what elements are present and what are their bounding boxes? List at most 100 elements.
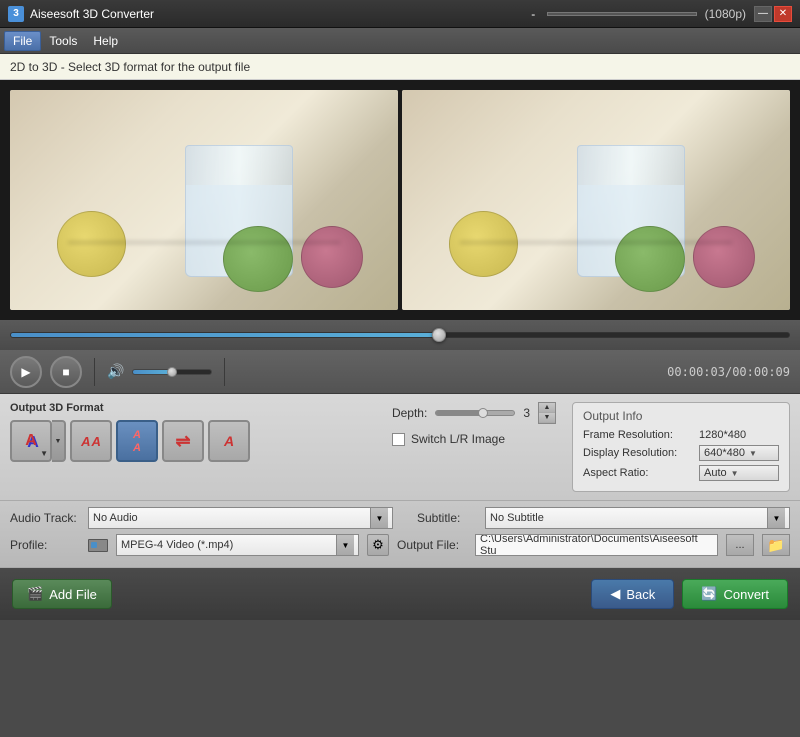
macaron-pink-left: [301, 226, 363, 288]
depth-label: Depth:: [392, 406, 427, 420]
seekbar-thumb[interactable]: [432, 328, 446, 342]
macaron-yellow-left: [57, 211, 127, 277]
output-file-value: C:\Users\Administrator\Documents\Aiseeso…: [480, 534, 713, 556]
volume-thumb[interactable]: [167, 367, 177, 377]
display-res-value: 640*480: [704, 447, 745, 459]
seekbar-fill: [11, 333, 439, 337]
minimize-button[interactable]: —: [754, 6, 772, 22]
add-file-button[interactable]: 🎬 Add File: [12, 579, 112, 609]
info-message: 2D to 3D - Select 3D format for the outp…: [10, 60, 250, 74]
audio-track-arrow[interactable]: ▼: [370, 508, 388, 528]
profile-label: Profile:: [10, 538, 80, 552]
app-title: Aiseesoft 3D Converter: [30, 7, 528, 21]
frame-res-value: 1280*480: [699, 429, 746, 441]
title-url: [547, 12, 697, 16]
switch-label: Switch L/R Image: [411, 432, 505, 446]
back-icon: ◀: [610, 586, 620, 602]
format-section: Output 3D Format A ▼ ▼ AA AA: [10, 402, 376, 462]
add-file-icon: 🎬: [27, 586, 43, 602]
anaglyph-arrow: ▼: [40, 449, 48, 458]
depth-value: 3: [523, 406, 530, 420]
depth-row: Depth: 3 ▲ ▼: [392, 402, 556, 424]
depth-spinner[interactable]: ▲ ▼: [538, 402, 556, 424]
preview-canvas-left: [10, 90, 398, 310]
depth-up-button[interactable]: ▲: [539, 403, 555, 413]
macaron-pink-right: [693, 226, 755, 288]
gear-button[interactable]: ⚙: [367, 534, 389, 556]
format-btn-special2[interactable]: A: [208, 420, 250, 462]
convert-icon: 🔄: [701, 586, 717, 602]
close-button[interactable]: ✕: [774, 6, 792, 22]
app-icon: 3: [8, 6, 24, 22]
seekbar-track[interactable]: [10, 332, 790, 338]
display-res-arrow: ▼: [749, 449, 757, 458]
format-section-label: Output 3D Format: [10, 402, 376, 414]
subtitle-value: No Subtitle: [490, 512, 544, 524]
subtitle-label: Subtitle:: [417, 511, 477, 525]
macaron-green-left: [223, 226, 293, 292]
footer-right-buttons: ◀ Back 🔄 Convert: [591, 579, 788, 609]
special1-icon: ⇌: [175, 431, 190, 452]
title-bar: 3 Aiseesoft 3D Converter - (1080p) — ✕: [0, 0, 800, 28]
seekbar-area[interactable]: [0, 320, 800, 350]
settings-panel: Output 3D Format A ▼ ▼ AA AA: [0, 394, 800, 501]
display-res-row: Display Resolution: 640*480 ▼: [583, 445, 779, 461]
aspect-ratio-dropdown[interactable]: Auto ▼: [699, 465, 779, 481]
folder-button[interactable]: 📁: [762, 534, 790, 556]
anaglyph-dropdown-arrow[interactable]: ▼: [52, 420, 66, 462]
sidebyside-icon: AA: [81, 434, 101, 449]
profile-icon: [88, 539, 108, 552]
depth-thumb[interactable]: [478, 408, 488, 418]
format-btn-special1[interactable]: ⇌: [162, 420, 204, 462]
format-btn-topbottom[interactable]: AA: [116, 420, 158, 462]
volume-icon: 🔊: [107, 363, 124, 380]
output-file-label: Output File:: [397, 538, 467, 552]
ctrl-divider-2: [224, 358, 225, 386]
depth-track[interactable]: [435, 410, 515, 416]
audio-subtitle-row: Audio Track: No Audio ▼ Subtitle: No Sub…: [10, 507, 790, 529]
topbottom-icon: AA: [133, 429, 141, 454]
stop-button[interactable]: ■: [50, 356, 82, 388]
window-controls: — ✕: [754, 6, 792, 22]
anaglyph-btn-wrapper: A ▼ ▼: [10, 420, 66, 462]
menu-help[interactable]: Help: [85, 32, 126, 50]
convert-label: Convert: [723, 587, 769, 602]
frame-res-label: Frame Resolution:: [583, 429, 693, 441]
bottom-controls: Audio Track: No Audio ▼ Subtitle: No Sub…: [0, 501, 800, 568]
depth-section: Depth: 3 ▲ ▼ Switch L/R Image: [392, 402, 556, 446]
audio-track-select[interactable]: No Audio ▼: [88, 507, 393, 529]
display-res-dropdown[interactable]: 640*480 ▼: [699, 445, 779, 461]
shadow-left: [68, 241, 340, 244]
aspect-ratio-label: Aspect Ratio:: [583, 467, 693, 479]
menu-file[interactable]: File: [4, 31, 41, 51]
audio-track-label: Audio Track:: [10, 511, 80, 525]
resolution-label: (1080p): [705, 7, 746, 21]
back-button[interactable]: ◀ Back: [591, 579, 674, 609]
subtitle-arrow[interactable]: ▼: [767, 508, 785, 528]
switch-checkbox[interactable]: [392, 433, 405, 446]
menu-bar: File Tools Help: [0, 28, 800, 54]
subtitle-select[interactable]: No Subtitle ▼: [485, 507, 790, 529]
profile-select[interactable]: MPEG-4 Video (*.mp4) ▼: [116, 534, 359, 556]
format-btn-anaglyph[interactable]: A ▼: [10, 420, 52, 462]
macaron-green-right: [615, 226, 685, 292]
controls-area: ▶ ■ 🔊 00:00:03/00:00:09: [0, 350, 800, 394]
dots-button[interactable]: ...: [726, 534, 754, 556]
audio-track-value: No Audio: [93, 512, 138, 524]
volume-track[interactable]: [132, 369, 212, 375]
depth-fill: [436, 411, 483, 415]
format-btn-sidebyside[interactable]: AA: [70, 420, 112, 462]
format-buttons: A ▼ ▼ AA AA ⇌: [10, 420, 376, 462]
ctrl-divider-1: [94, 358, 95, 386]
depth-down-button[interactable]: ▼: [539, 413, 555, 423]
preview-canvas-right: [402, 90, 790, 310]
aspect-ratio-row: Aspect Ratio: Auto ▼: [583, 465, 779, 481]
aspect-ratio-arrow: ▼: [731, 469, 739, 478]
menu-tools[interactable]: Tools: [41, 32, 85, 50]
output-info-panel: Output Info Frame Resolution: 1280*480 D…: [572, 402, 790, 492]
profile-arrow[interactable]: ▼: [336, 535, 354, 555]
profile-value: MPEG-4 Video (*.mp4): [121, 539, 233, 551]
play-button[interactable]: ▶: [10, 356, 42, 388]
preview-right: [402, 90, 790, 310]
convert-button[interactable]: 🔄 Convert: [682, 579, 788, 609]
